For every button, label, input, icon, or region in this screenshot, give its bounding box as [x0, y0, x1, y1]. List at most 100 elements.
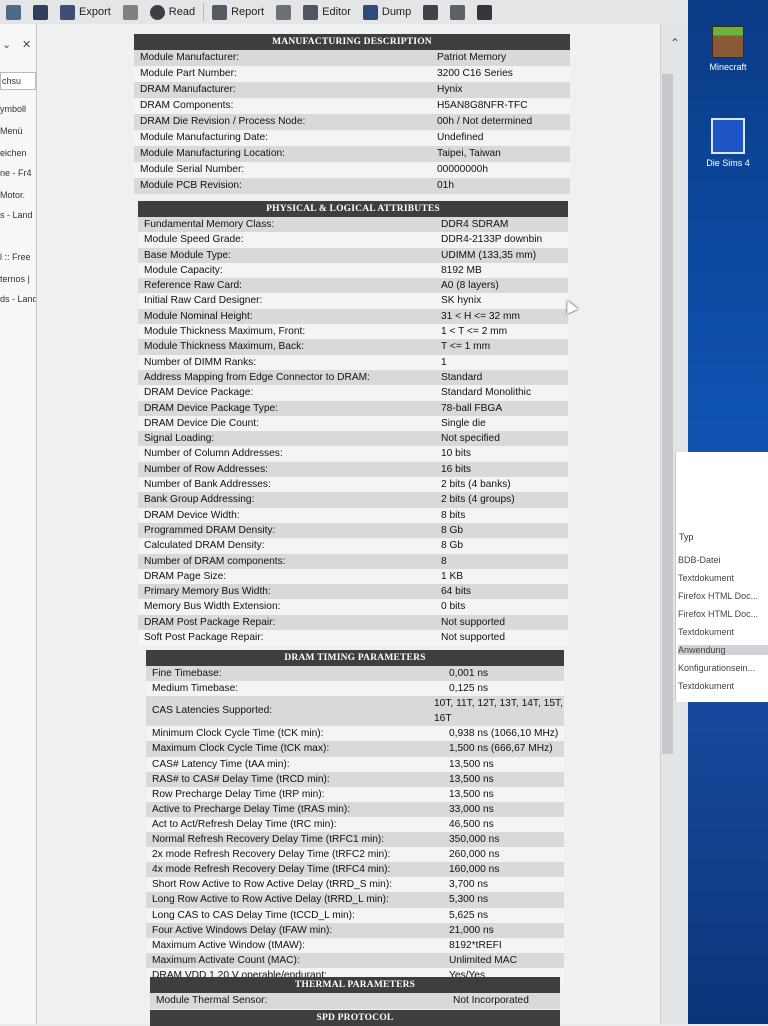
- puzzle-icon[interactable]: [0, 1, 27, 23]
- row-label: Maximum Clock Cycle Time (tCK max):: [152, 743, 330, 755]
- sidebar-item[interactable]: ymboll: [0, 104, 36, 114]
- row-value: 1 < T <= 2 mm: [441, 326, 508, 338]
- row-label: Row Precharge Delay Time (tRP min):: [152, 788, 325, 800]
- file-type-cell-selected[interactable]: Anwendung: [678, 645, 768, 655]
- scroll-up-icon[interactable]: ⌃: [670, 36, 680, 50]
- lock-icon[interactable]: [117, 1, 144, 23]
- row-value: 1 KB: [441, 570, 464, 582]
- magnifier-icon: [149, 4, 165, 20]
- manufacturing-section: MANUFACTURING DESCRIPTION Module Manufac…: [134, 34, 570, 194]
- table-row: Reference Raw Card: A0 (8 layers): [138, 278, 568, 294]
- export-icon: [60, 4, 75, 20]
- row-label: Programmed DRAM Density:: [144, 524, 276, 536]
- table-row: DRAM Die Revision / Process Node: 00h / N…: [134, 114, 570, 130]
- sidebar-item[interactable]: Menü: [0, 126, 36, 136]
- row-value: 46,500 ns: [449, 818, 494, 830]
- row-label: DRAM Components:: [140, 100, 234, 111]
- table-row: Calculated DRAM Density: 8 Gb: [138, 538, 568, 554]
- row-label: Number of Column Addresses:: [144, 448, 283, 460]
- row-value: 21,000 ns: [449, 924, 494, 936]
- sidebar-item[interactable]: s - Land: [0, 210, 36, 220]
- row-label: Reference Raw Card:: [144, 280, 242, 292]
- export-button[interactable]: Export: [54, 1, 117, 23]
- row-value: 31 < H <= 32 mm: [441, 310, 520, 322]
- file-type-cell[interactable]: Textdokument: [678, 681, 768, 691]
- section-header: PHYSICAL & LOGICAL ATTRIBUTES: [138, 201, 568, 217]
- desktop-icon-label: Die Sims 4: [706, 158, 750, 168]
- table-row: Memory Bus Width Extension: 0 bits: [138, 599, 568, 615]
- report-button[interactable]: Report: [206, 1, 270, 23]
- row-label: Four Active Windows Delay (tFAW min):: [152, 924, 333, 936]
- table-row: Maximum Activate Count (MAC): Unlimited M…: [146, 952, 564, 968]
- row-value: 0,125 ns: [449, 683, 489, 695]
- monitor-icon[interactable]: [471, 1, 498, 23]
- file-type-cell[interactable]: Textdokument: [678, 573, 768, 583]
- sidebar-item[interactable]: eichen: [0, 148, 36, 158]
- sidebar-item[interactable]: Motor.: [0, 190, 36, 200]
- table-row: Base Module Type: UDIMM (133,35 mm): [138, 247, 568, 263]
- desktop-icon-minecraft[interactable]: Minecraft: [688, 26, 768, 72]
- row-value: 64 bits: [441, 586, 472, 598]
- table-row: Primary Memory Bus Width: 64 bits: [138, 584, 568, 600]
- wrench-icon[interactable]: [270, 1, 297, 23]
- thermal-section: THERMAL PARAMETERS Module Thermal Sensor…: [150, 977, 560, 1009]
- column-header-type[interactable]: Typ: [679, 532, 694, 542]
- file-explorer-fragment: Typ BDB-Datei Textdokument Firefox HTML …: [675, 452, 768, 702]
- table-row: DRAM Post Package Repair: Not supported: [138, 614, 568, 631]
- row-label: DRAM Page Size:: [144, 570, 227, 582]
- document-icon[interactable]: [444, 1, 471, 23]
- desktop-icon-sims[interactable]: Die Sims 4: [688, 118, 768, 168]
- settings-icon[interactable]: [417, 1, 444, 23]
- row-label: Module Speed Grade:: [144, 234, 244, 246]
- dump-button[interactable]: Dump: [357, 1, 417, 23]
- row-label: Base Module Type:: [144, 249, 232, 261]
- row-value: Patriot Memory: [437, 52, 507, 63]
- sidebar-item[interactable]: chsu: [2, 76, 38, 86]
- table-row: Module Manufacturing Date: Undefined: [134, 130, 570, 146]
- row-value: H5AN8G8NFR-TFC: [437, 100, 528, 111]
- sims-icon: [711, 118, 745, 154]
- row-value: 8 bits: [441, 509, 466, 521]
- row-value: 350,000 ns: [449, 834, 500, 846]
- row-label: Medium Timebase:: [152, 683, 239, 695]
- sidebar-item[interactable]: ne - Fr4: [0, 168, 36, 178]
- table-row: Medium Timebase: 0,125 ns: [146, 681, 564, 697]
- section-header: DRAM TIMING PARAMETERS: [146, 650, 564, 666]
- close-icon[interactable]: ✕: [22, 38, 31, 51]
- row-value: 260,000 ns: [449, 849, 500, 861]
- table-row: Soft Post Package Repair: Not supported: [138, 630, 568, 646]
- sidebar-item[interactable]: l :: Free: [0, 252, 36, 262]
- row-value: 0,938 ns (1066,10 MHz): [449, 728, 559, 740]
- row-value: 0 bits: [441, 601, 466, 613]
- chevron-down-icon[interactable]: ⌄: [2, 38, 11, 51]
- table-row: Module Speed Grade: DDR4-2133P downbin: [138, 232, 568, 248]
- file-type-cell[interactable]: Textdokument: [678, 627, 768, 637]
- sidebar-item[interactable]: ternos |: [0, 274, 36, 284]
- scrollbar-thumb[interactable]: [662, 74, 673, 754]
- row-label: 2x mode Refresh Recovery Delay Time (tRF…: [152, 849, 391, 861]
- file-type-cell[interactable]: Firefox HTML Doc...: [678, 609, 768, 619]
- section-header: MANUFACTURING DESCRIPTION: [134, 34, 570, 50]
- row-label: Short Row Active to Row Active Delay (tR…: [152, 879, 393, 891]
- table-row: Number of Bank Addresses: 2 bits (4 banks…: [138, 477, 568, 493]
- row-label: Primary Memory Bus Width:: [144, 586, 271, 598]
- save-icon[interactable]: [27, 1, 54, 23]
- read-button[interactable]: Read: [144, 1, 201, 23]
- table-row: Module Part Number: 3200 C16 Series: [134, 66, 570, 82]
- file-type-cell[interactable]: Firefox HTML Doc...: [678, 591, 768, 601]
- editor-button[interactable]: Editor: [297, 1, 357, 23]
- toolbar-divider: [203, 3, 205, 21]
- table-row: Maximum Active Window (tMAW): 8192*tREFI: [146, 937, 564, 953]
- table-row: RAS# to CAS# Delay Time (tRCD min): 13,50…: [146, 771, 564, 787]
- left-sidebar: ⌄ ✕ chsu ymboll Menü eichen ne - Fr4 Mot…: [0, 24, 37, 1024]
- row-label: RAS# to CAS# Delay Time (tRCD min):: [152, 773, 330, 785]
- row-value: Single die: [441, 417, 486, 429]
- row-label: Initial Raw Card Designer:: [144, 295, 263, 307]
- row-value: 2 bits (4 banks): [441, 479, 511, 491]
- table-row: Fundamental Memory Class: DDR4 SDRAM: [138, 217, 568, 233]
- row-label: Memory Bus Width Extension:: [144, 601, 281, 613]
- row-value: DDR4 SDRAM: [441, 219, 509, 230]
- sidebar-item[interactable]: ds - Land: [0, 294, 36, 304]
- file-type-cell[interactable]: BDB-Datei: [678, 555, 768, 565]
- file-type-cell[interactable]: Konfigurationsein...: [678, 663, 768, 673]
